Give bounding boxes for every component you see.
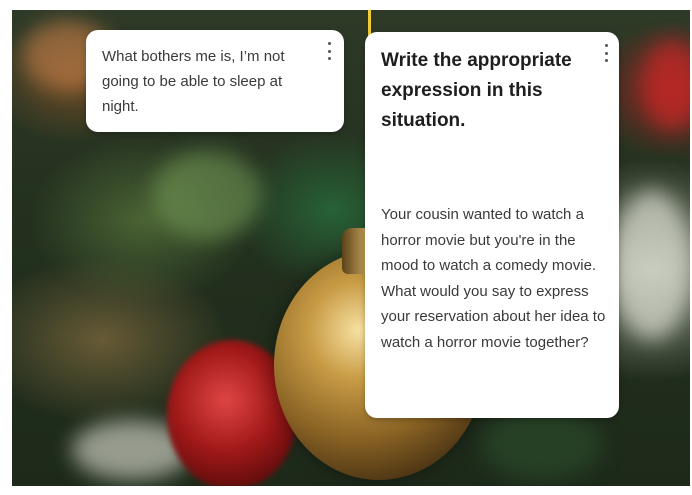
more-vertical-icon[interactable]: [601, 44, 611, 62]
prompt-card[interactable]: Write the appropriate expression in this…: [365, 32, 619, 418]
card-text: What bothers me is, I’m not going to be …: [102, 48, 285, 115]
bokeh-light: [482, 410, 602, 480]
bokeh-light: [612, 190, 690, 340]
prompt-title: Write the appropriate expression in this…: [381, 50, 572, 131]
expression-card[interactable]: What bothers me is, I’m not going to be …: [86, 30, 344, 132]
prompt-body: Your cousin wanted to watch a horror mov…: [381, 206, 606, 351]
more-vertical-icon[interactable]: [324, 42, 334, 60]
bokeh-light: [152, 150, 262, 240]
